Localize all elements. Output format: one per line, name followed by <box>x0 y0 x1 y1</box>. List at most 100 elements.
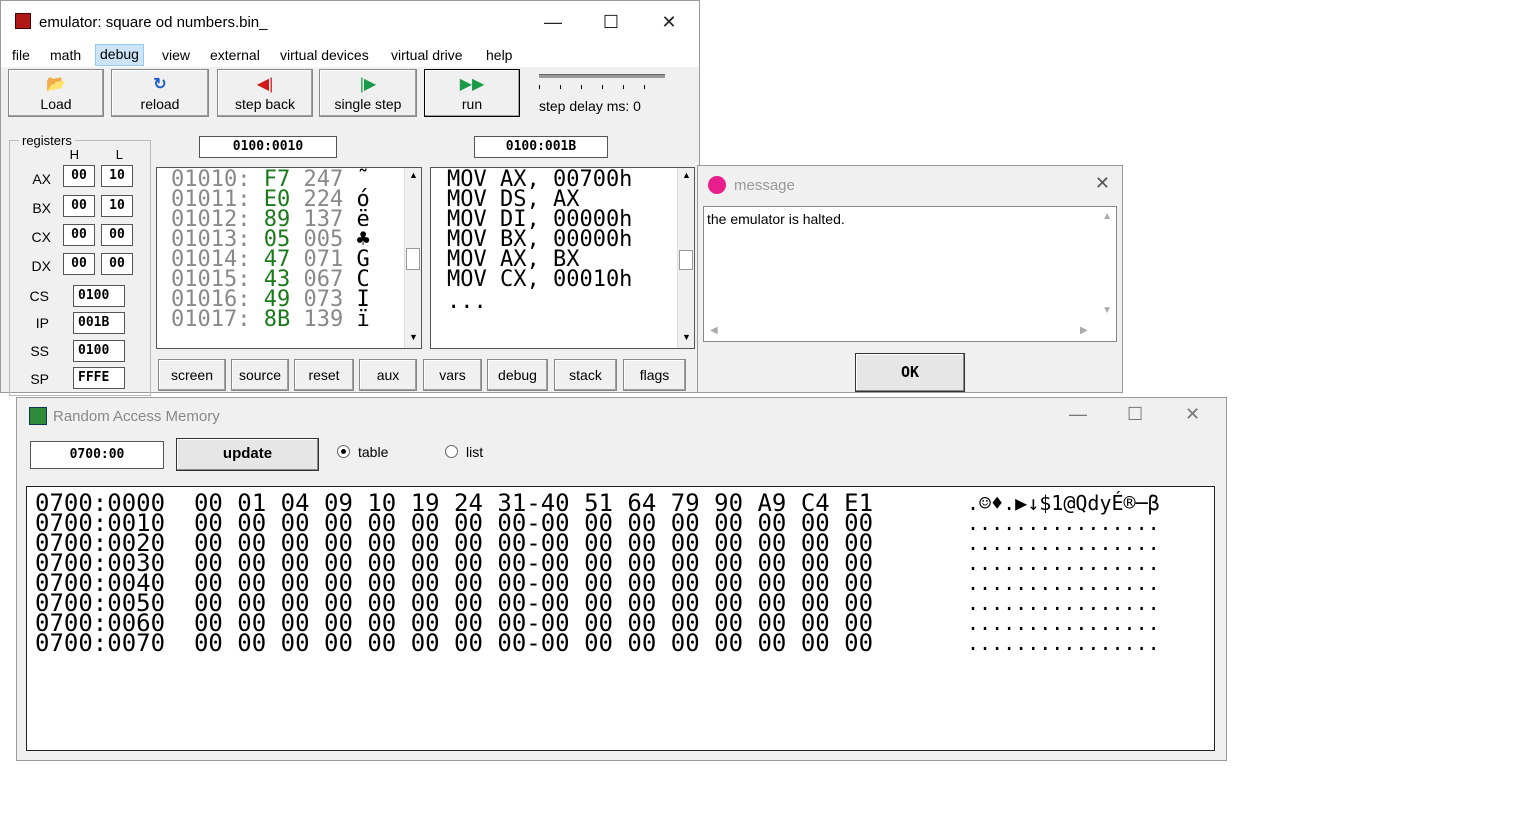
menu-virtual-devices[interactable]: virtual devices <box>276 46 373 66</box>
step-delay-slider[interactable] <box>539 74 665 78</box>
scroll-up-icon[interactable]: ▲ <box>678 170 694 180</box>
ram-ascii: ................ <box>967 551 1160 575</box>
slider-ticks <box>539 85 665 89</box>
reload-icon: ↻ <box>153 76 167 93</box>
message-dialog: message ✕ the emulator is halted. ▲ ▼ ◀ … <box>697 165 1123 393</box>
run-button[interactable]: ▶▶ run <box>424 69 520 117</box>
radio-selected-icon <box>337 445 350 458</box>
reg-ss-label: SS <box>30 343 49 359</box>
message-text: the emulator is halted. <box>707 211 845 227</box>
registers-title: registers <box>19 133 75 148</box>
close-icon[interactable]: ✕ <box>649 9 689 35</box>
reg-sp-value[interactable]: FFFE <box>73 367 125 389</box>
load-button[interactable]: 📂 Load <box>8 69 104 117</box>
disassembly-address-field[interactable]: 0100:001B <box>474 136 608 158</box>
menu-math[interactable]: math <box>46 46 85 66</box>
reg-cx-high[interactable]: 00 <box>63 224 95 246</box>
reg-cx-label: CX <box>31 229 51 245</box>
scroll-thumb[interactable] <box>679 250 693 270</box>
memory-address-field[interactable]: 0100:0010 <box>199 136 337 158</box>
ram-window: Random Access Memory — ☐ ✕ 0700:00 updat… <box>16 397 1227 761</box>
ok-button[interactable]: OK <box>855 353 965 392</box>
scroll-left-icon[interactable]: ◀ <box>710 325 718 336</box>
scroll-down-icon[interactable]: ▼ <box>1102 305 1112 316</box>
ram-table[interactable]: 0700:0000 00 01 04 09 10 19 24 31-40 51 … <box>26 486 1215 751</box>
message-icon <box>708 176 726 194</box>
reg-ip-value[interactable]: 001B <box>73 312 125 334</box>
ram-row: 0700:0070 00 00 00 00 00 00 00 00-00 00 … <box>35 629 874 657</box>
memory-icon <box>29 407 47 425</box>
reg-bx-low[interactable]: 10 <box>101 195 133 217</box>
flags-button[interactable]: flags <box>623 359 686 391</box>
update-button[interactable]: update <box>176 438 319 471</box>
window-title: emulator: square od numbers.bin_ <box>39 14 268 31</box>
disassembly-list[interactable]: MOV AX, 00700h MOV DS, AX MOV DI, 00000h… <box>430 167 695 349</box>
reg-cx-low[interactable]: 00 <box>101 224 133 246</box>
memory-scrollbar[interactable]: ▲ ▼ <box>404 168 421 348</box>
minimize-icon[interactable]: — <box>533 9 573 35</box>
stack-button[interactable]: stack <box>554 359 617 391</box>
reg-dx-low[interactable]: 00 <box>101 253 133 275</box>
menu-file[interactable]: file <box>8 46 34 66</box>
reg-ax-label: AX <box>32 171 51 187</box>
close-icon[interactable]: ✕ <box>1095 173 1110 194</box>
reg-bx-high[interactable]: 00 <box>63 195 95 217</box>
reg-ss-value[interactable]: 0100 <box>73 340 125 362</box>
disassembly-scrollbar[interactable]: ▲ ▼ <box>677 168 694 348</box>
step-back-button[interactable]: ◀| step back <box>217 69 313 117</box>
menu-debug[interactable]: debug <box>95 44 144 66</box>
step-delay-label: step delay ms: 0 <box>539 98 641 114</box>
reg-ax-high[interactable]: 00 <box>63 165 95 187</box>
scroll-down-icon[interactable]: ▼ <box>405 332 421 342</box>
reg-sp-label: SP <box>30 371 49 387</box>
reg-cs-label: CS <box>29 288 49 304</box>
aux-button[interactable]: aux <box>359 359 417 391</box>
reg-ip-label: IP <box>35 315 49 331</box>
source-button[interactable]: source <box>231 359 289 391</box>
menu-help[interactable]: help <box>482 46 516 66</box>
message-text-area[interactable]: the emulator is halted. ▲ ▼ ◀ ▶ <box>703 206 1117 342</box>
title-bar[interactable]: emulator: square od numbers.bin_ — ☐ ✕ <box>1 1 699 43</box>
maximize-icon[interactable]: ☐ <box>591 9 631 35</box>
close-icon[interactable]: ✕ <box>1185 404 1200 425</box>
ram-ascii: .☺♦.▶↓$1@QdyÉ®─β <box>967 491 1160 515</box>
menu-virtual-drive[interactable]: virtual drive <box>387 46 467 66</box>
ram-ascii: ................ <box>967 611 1160 635</box>
single-step-icon: |▶ <box>359 76 377 93</box>
single-step-button[interactable]: |▶ single step <box>319 69 417 117</box>
emulator-window: emulator: square od numbers.bin_ — ☐ ✕ f… <box>0 0 700 396</box>
maximize-icon[interactable]: ☐ <box>1127 404 1143 425</box>
ram-address-field[interactable]: 0700:00 <box>30 441 164 469</box>
memory-row[interactable]: 01017: 8B 139 ï <box>171 309 370 331</box>
radio-empty-icon <box>445 445 458 458</box>
scroll-right-icon[interactable]: ▶ <box>1080 325 1088 336</box>
reset-button[interactable]: reset <box>294 359 354 391</box>
vars-button[interactable]: vars <box>423 359 482 391</box>
minimize-icon[interactable]: — <box>1069 404 1087 425</box>
low-byte-header: L <box>115 147 123 162</box>
reload-button[interactable]: ↻ reload <box>111 69 209 117</box>
disassembly-line[interactable]: MOV CX, 00010h <box>447 269 632 291</box>
reg-ax-low[interactable]: 10 <box>101 165 133 187</box>
debug-button[interactable]: debug <box>487 359 548 391</box>
scroll-thumb[interactable] <box>406 248 420 270</box>
table-radio[interactable]: table <box>337 444 388 460</box>
scroll-up-icon[interactable]: ▲ <box>1102 211 1112 222</box>
ram-ascii: ................ <box>967 511 1160 535</box>
disassembly-line[interactable]: ... <box>447 291 487 313</box>
reg-dx-label: DX <box>31 258 51 274</box>
list-radio[interactable]: list <box>445 444 483 460</box>
window-title: Random Access Memory <box>53 408 220 425</box>
menu-view[interactable]: view <box>158 46 194 66</box>
reg-dx-high[interactable]: 00 <box>63 253 95 275</box>
emulator-chip-icon <box>15 13 31 29</box>
screen-button[interactable]: screen <box>158 359 226 391</box>
menu-external[interactable]: external <box>206 46 264 66</box>
scroll-down-icon[interactable]: ▼ <box>678 332 694 342</box>
memory-list[interactable]: 01010: F7 247 ˜ 01011: E0 224 ó 01012: 8… <box>156 167 422 349</box>
ram-ascii: ................ <box>967 591 1160 615</box>
reg-cs-value[interactable]: 0100 <box>73 285 125 307</box>
scroll-up-icon[interactable]: ▲ <box>405 170 421 180</box>
ram-ascii: ................ <box>967 571 1160 595</box>
dialog-title: message <box>734 177 795 194</box>
